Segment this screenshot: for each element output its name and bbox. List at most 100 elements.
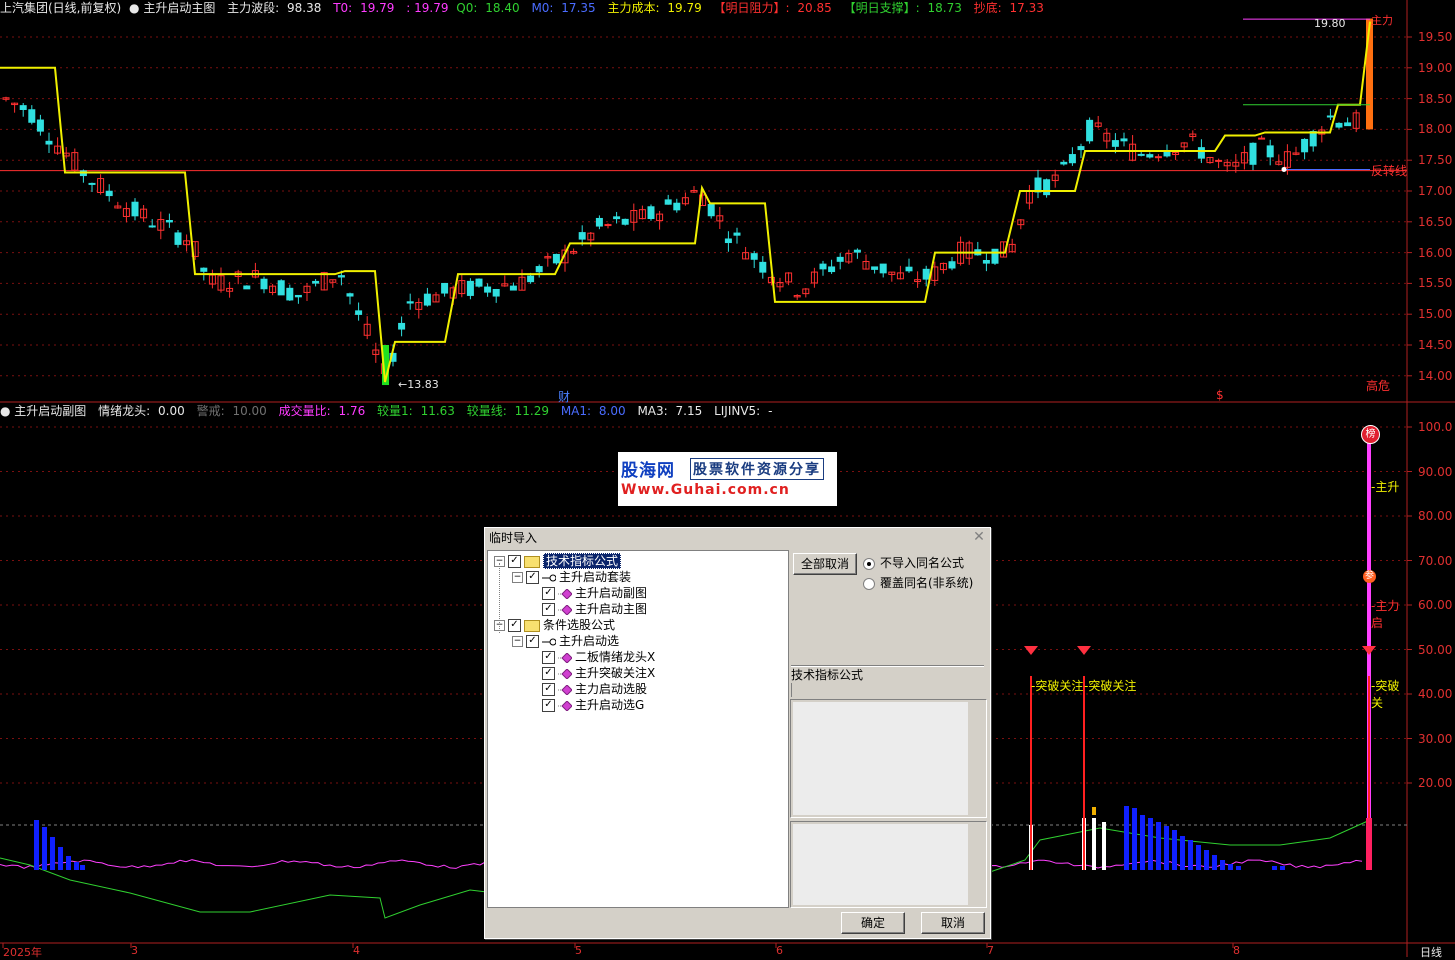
candle-body [724, 238, 732, 244]
candle-body [484, 286, 492, 293]
formula-icon [558, 604, 572, 615]
formula-tree[interactable]: − ✓ 技术指标公式 − ✓ 主升启动套装 ✓ 主升启动副图 ✓ 主升启动主图 − ✓ 条件选股公式 − ✓… [487, 550, 789, 908]
cai-marker: 财 [558, 390, 571, 404]
m0-marker [1281, 166, 1287, 172]
checkbox[interactable]: ✓ [542, 603, 555, 616]
tree-node-item[interactable]: ✓ 主升启动选G [532, 697, 644, 713]
date-tick: 5 [575, 944, 582, 957]
radio-overwrite[interactable]: 覆盖同名(非系统) [863, 575, 973, 591]
formula-icon [558, 652, 572, 663]
checkbox[interactable]: ✓ [508, 555, 521, 568]
radio-no-import[interactable]: 不导入同名公式 [863, 555, 964, 571]
radio-empty-icon [863, 577, 875, 590]
collapse-icon[interactable]: − [512, 572, 523, 583]
tree-node-item[interactable]: ✓ 主升突破关注X [532, 665, 655, 681]
candle-body [1335, 122, 1343, 128]
collapse-icon[interactable]: − [512, 636, 523, 647]
volume-bar [1156, 822, 1161, 870]
candle-body [1344, 122, 1352, 127]
candle-body [1309, 131, 1317, 147]
checkbox[interactable]: ✓ [508, 619, 521, 632]
date-tick: 4 [353, 944, 360, 957]
indicator-tick: 60.00 [1418, 598, 1453, 612]
volume-bar [50, 837, 55, 870]
price-tick: 14.50 [1418, 338, 1453, 352]
zhuli-top-label: 主力 [1371, 14, 1393, 27]
candle-body [853, 249, 861, 253]
tree-node-folder[interactable]: − ✓ 技术指标公式 [494, 553, 622, 569]
tree-node-label: 主升启动选G [575, 698, 645, 712]
volume-bar [1212, 855, 1217, 870]
cancel-all-button[interactable]: 全部取消 [793, 553, 857, 575]
checkbox[interactable]: ✓ [542, 651, 555, 664]
candle-body [277, 280, 285, 296]
tree-node-item[interactable]: ✓ 主升启动副图 [532, 585, 647, 601]
period-label[interactable]: 日线 [1420, 944, 1442, 960]
low-price-label: ←13.83 [398, 378, 439, 391]
signal-bar-cap [1092, 807, 1096, 815]
radio-selected-icon [863, 557, 875, 570]
import-dialog[interactable]: 临时导入 ✕ − ✓ 技术指标公式 − ✓ 主升启动套装 ✓ 主升启动副图 ✓ 主升启动主图 − ✓ 条… [484, 527, 991, 939]
date-tick: 2025年 [3, 946, 42, 959]
breakthrough-label-3: -突破关 [1371, 679, 1400, 710]
candle-body [733, 232, 741, 236]
price-tick: 19.00 [1418, 60, 1453, 75]
candle-body [750, 253, 758, 260]
checkbox[interactable]: ✓ [526, 635, 539, 648]
breakthrough-label-1: -突破关注 [1031, 679, 1084, 693]
tree-node-key[interactable]: − ✓ 主升启动选 [512, 633, 619, 649]
checkbox[interactable]: ✓ [542, 667, 555, 680]
folder-icon [524, 619, 540, 632]
tree-node-item[interactable]: ✓ 主升启动主图 [532, 601, 647, 617]
dollar-marker: $ [1216, 388, 1224, 402]
tree-node-folder[interactable]: − ✓ 条件选股公式 [494, 617, 615, 633]
close-icon[interactable]: ✕ [972, 530, 986, 544]
candle-body [621, 218, 629, 225]
date-tick: 6 [776, 944, 783, 957]
price-tick: 15.00 [1418, 307, 1453, 322]
tree-node-label: 主力启动选股 [575, 682, 648, 696]
checkbox[interactable]: ✓ [542, 587, 555, 600]
candle-body [578, 232, 586, 240]
volume-bar [1272, 866, 1277, 870]
candle-body [88, 182, 96, 185]
ok-button[interactable]: 确定 [841, 912, 905, 934]
bang-badge: 榜 [1361, 425, 1380, 444]
dialog-title[interactable]: 临时导入 [485, 528, 990, 548]
price-tick: 17.50 [1418, 153, 1453, 168]
volume-bar [1172, 830, 1177, 870]
checkbox[interactable]: ✓ [542, 699, 555, 712]
gem-icon [1024, 646, 1038, 655]
indicator-tick: 100.0 [1418, 420, 1453, 434]
candle-body [36, 119, 44, 132]
candle-body [1034, 177, 1042, 193]
candle-body [174, 232, 182, 245]
checkbox[interactable]: ✓ [542, 683, 555, 696]
candle-body [819, 263, 827, 270]
candle-body [1137, 153, 1145, 156]
reversal-line-label: 反转线 [1371, 164, 1408, 178]
volume-bar [58, 847, 63, 870]
checkbox[interactable]: ✓ [526, 571, 539, 584]
candle-body [664, 199, 672, 205]
tree-node-item[interactable]: ✓ 主力启动选股 [532, 681, 647, 697]
volume-bar [80, 865, 85, 870]
candle-body [1197, 147, 1205, 159]
tree-node-label: 主升启动选 [559, 634, 620, 648]
candle-body [647, 206, 655, 220]
candle-body [828, 266, 836, 273]
tree-node-label: 二板情绪龙头X [575, 650, 656, 664]
description-panel [790, 699, 987, 818]
tree-node-item[interactable]: ✓ 二板情绪龙头X [532, 649, 655, 665]
candle-body [45, 140, 53, 145]
candle-body [337, 275, 345, 278]
candle-body [871, 266, 879, 270]
cancel-button[interactable]: 取消 [921, 912, 985, 934]
candle-body [905, 266, 913, 272]
key-icon [542, 574, 556, 581]
price-tick: 17.00 [1418, 184, 1453, 198]
candle-body [346, 293, 354, 297]
candle-body [466, 280, 474, 296]
volume-bar [34, 820, 39, 870]
tree-node-key[interactable]: − ✓ 主升启动套装 [512, 569, 631, 585]
